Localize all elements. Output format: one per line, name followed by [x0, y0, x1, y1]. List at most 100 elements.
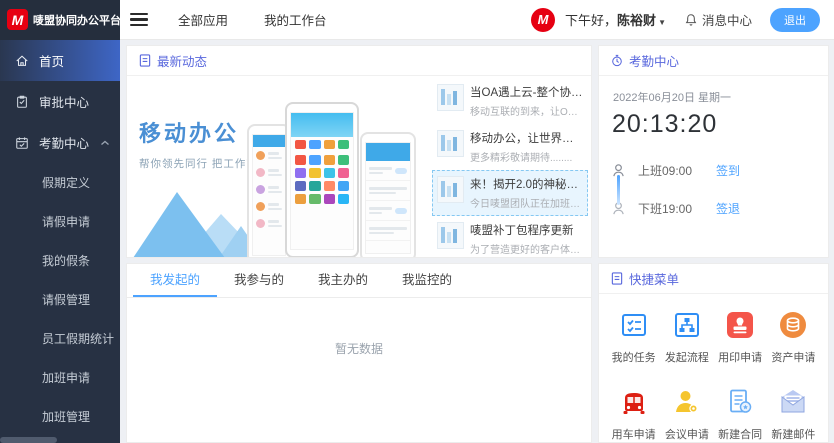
tasks-tabs: 我发起的 我参与的 我主办的 我监控的 [127, 264, 591, 298]
checkout-time-label: 下班19:00 [638, 200, 708, 217]
clipboard-icon [15, 95, 29, 109]
news-subtitle: 为了营造更好的客户体验，唛 [470, 241, 583, 256]
mail-icon [778, 387, 808, 417]
tasks-panel: 我发起的 我参与的 我主办的 我监控的 暂无数据 [126, 263, 592, 443]
news-title: 移动办公，让世界触手可 [470, 130, 583, 146]
top-right-group: M 下午好，陈裕财▼ 消息中心 退出 [531, 8, 834, 32]
attendance-panel: 考勤中心 2022年06月20日 星期一 20:13:20 上班09:00 签到… [598, 45, 829, 258]
horizontal-scrollbar-thumb[interactable] [0, 437, 57, 443]
news-item[interactable]: 唛盟补丁包程序更新 为了营造更好的客户体验，唛 [432, 216, 588, 258]
quick-item-label: 用印申请 [718, 349, 762, 365]
sidebar-item-approval-center[interactable]: 审批中心 [0, 81, 120, 122]
nav-my-workbench[interactable]: 我的工作台 [264, 10, 327, 29]
logo-area: M 唛盟协同办公平台 [0, 0, 120, 40]
quick-item-label: 我的任务 [612, 349, 656, 365]
news-subtitle: 移动互联的到来，让OA与云 [470, 103, 583, 118]
menu-toggle-icon[interactable] [130, 13, 148, 27]
sidebar-item-holiday-define[interactable]: 假期定义 [0, 163, 120, 202]
attendance-clock: 20:13:20 [599, 105, 828, 151]
checkout-link[interactable]: 签退 [716, 200, 740, 217]
phone-mockup-right [360, 132, 416, 258]
quick-item-asset-request[interactable]: 资产申请 [767, 310, 820, 365]
phone-app-grid [291, 152, 353, 207]
sidebar-item-leave-request[interactable]: 请假申请 [0, 202, 120, 241]
sidebar-item-staff-holiday-stats[interactable]: 员工假期统计 [0, 319, 120, 358]
assets-icon [778, 310, 808, 340]
attendance-header: 考勤中心 [599, 46, 828, 76]
quick-item-new-mail[interactable]: 新建邮件 [767, 387, 820, 442]
sidebar: 首页 审批中心 考勤中心 假期定义 请假申请 我的假条 请假管理 员工假期统计 … [0, 40, 120, 443]
tab-hosted-by-me[interactable]: 我主办的 [301, 264, 385, 297]
sidebar-item-attendance-center[interactable]: 考勤中心 [0, 122, 120, 163]
quick-item-meeting-request[interactable]: 会议申请 [660, 387, 713, 442]
quick-menu-grid: 我的任务 发起流程 用印申请 资产申请 用车申请 会议申请 [599, 294, 828, 442]
news-thumbnail [437, 130, 464, 157]
meeting-person-icon [672, 387, 702, 417]
quick-item-vehicle-request[interactable]: 用车申请 [607, 387, 660, 442]
sidebar-item-overtime-request[interactable]: 加班申请 [0, 358, 120, 397]
sidebar-item-leave-manage[interactable]: 请假管理 [0, 280, 120, 319]
quick-item-label: 发起流程 [665, 349, 709, 365]
nav-all-apps[interactable]: 全部应用 [178, 10, 228, 29]
greeting-text: 下午好， [565, 13, 617, 28]
phone-mockup-center [285, 102, 359, 258]
panel-title: 快捷菜单 [629, 269, 679, 288]
app-title: 唛盟协同办公平台 [33, 12, 121, 28]
mountains-illustration [133, 192, 263, 258]
checkin-link[interactable]: 签到 [716, 162, 740, 179]
top-nav: 全部应用 我的工作台 [178, 10, 327, 29]
sidebar-item-home[interactable]: 首页 [0, 40, 120, 81]
sidebar-item-my-leave-notes[interactable]: 我的假条 [0, 241, 120, 280]
quick-item-start-workflow[interactable]: 发起流程 [660, 310, 713, 365]
news-thumbnail [437, 222, 464, 249]
chevron-up-icon [100, 139, 110, 147]
top-bar: M 唛盟协同办公平台 全部应用 我的工作台 M 下午好，陈裕财▼ 消息中心 退出 [0, 0, 834, 40]
attendance-date: 2022年06月20日 星期一 [599, 76, 828, 105]
quick-item-new-contract[interactable]: 新建合同 [714, 387, 767, 442]
empty-state-text: 暂无数据 [127, 340, 591, 357]
main-content: 最新动态 移动办公 帮你领先同行 把工作带出办公室 [120, 40, 834, 443]
user-name: 陈裕财 [617, 13, 656, 28]
car-icon [619, 387, 649, 417]
brand-logo: M [7, 9, 28, 30]
sidebar-item-label: 首页 [39, 51, 64, 70]
quick-menu-panel: 快捷菜单 我的任务 发起流程 用印申请 资产申请 用车申请 [598, 263, 829, 443]
news-title: 唛盟补丁包程序更新 [470, 222, 583, 238]
banner-headline: 移动办公 [139, 116, 239, 148]
sidebar-item-overtime-manage[interactable]: 加班管理 [0, 397, 120, 436]
latest-news-header: 最新动态 [127, 46, 591, 76]
phone-app-row [291, 137, 353, 152]
quick-item-label: 用车申请 [612, 426, 656, 442]
tab-monitored-by-me[interactable]: 我监控的 [385, 264, 469, 297]
news-thumbnail [437, 176, 464, 203]
workflow-icon [672, 310, 702, 340]
latest-news-panel: 最新动态 移动办公 帮你领先同行 把工作带出办公室 [126, 45, 592, 258]
attendance-timeline: 上班09:00 签到 下班19:00 签退 [599, 151, 828, 227]
quick-item-label: 新建合同 [718, 426, 762, 442]
chevron-down-icon: ▼ [658, 18, 666, 27]
message-center-button[interactable]: 消息中心 [684, 10, 752, 29]
news-thumbnail [437, 84, 464, 111]
news-item[interactable]: 当OA遇上云-整个协同OA 移动互联的到来，让OA与云 [432, 78, 588, 124]
promo-banner[interactable]: 移动办公 帮你领先同行 把工作带出办公室 [127, 76, 436, 258]
news-item-highlighted[interactable]: 来！揭开2.0的神秘面纱- 今日唛盟团队正在加班加点， [432, 170, 588, 216]
calendar-icon [15, 136, 29, 150]
tab-initiated-by-me[interactable]: 我发起的 [133, 264, 217, 297]
contract-icon [725, 387, 755, 417]
message-center-label: 消息中心 [702, 10, 752, 29]
sidebar-item-label: 考勤中心 [39, 133, 89, 152]
quick-item-my-tasks[interactable]: 我的任务 [607, 310, 660, 365]
user-greeting[interactable]: 下午好，陈裕财▼ [565, 10, 666, 29]
logout-button[interactable]: 退出 [770, 8, 820, 32]
quick-item-label: 会议申请 [665, 426, 709, 442]
news-title: 来！揭开2.0的神秘面纱- [470, 176, 583, 192]
document-icon [139, 54, 151, 67]
news-list: 当OA遇上云-整个协同OA 移动互联的到来，让OA与云 移动办公，让世界触手可 … [432, 78, 588, 256]
home-icon [15, 54, 29, 68]
panel-title: 最新动态 [157, 51, 207, 70]
user-avatar[interactable]: M [531, 8, 555, 32]
news-item[interactable]: 移动办公，让世界触手可 更多精彩敬请期待........ [432, 124, 588, 170]
tab-participated-by-me[interactable]: 我参与的 [217, 264, 301, 297]
quick-item-label: 资产申请 [771, 349, 815, 365]
quick-item-seal-request[interactable]: 用印申请 [714, 310, 767, 365]
